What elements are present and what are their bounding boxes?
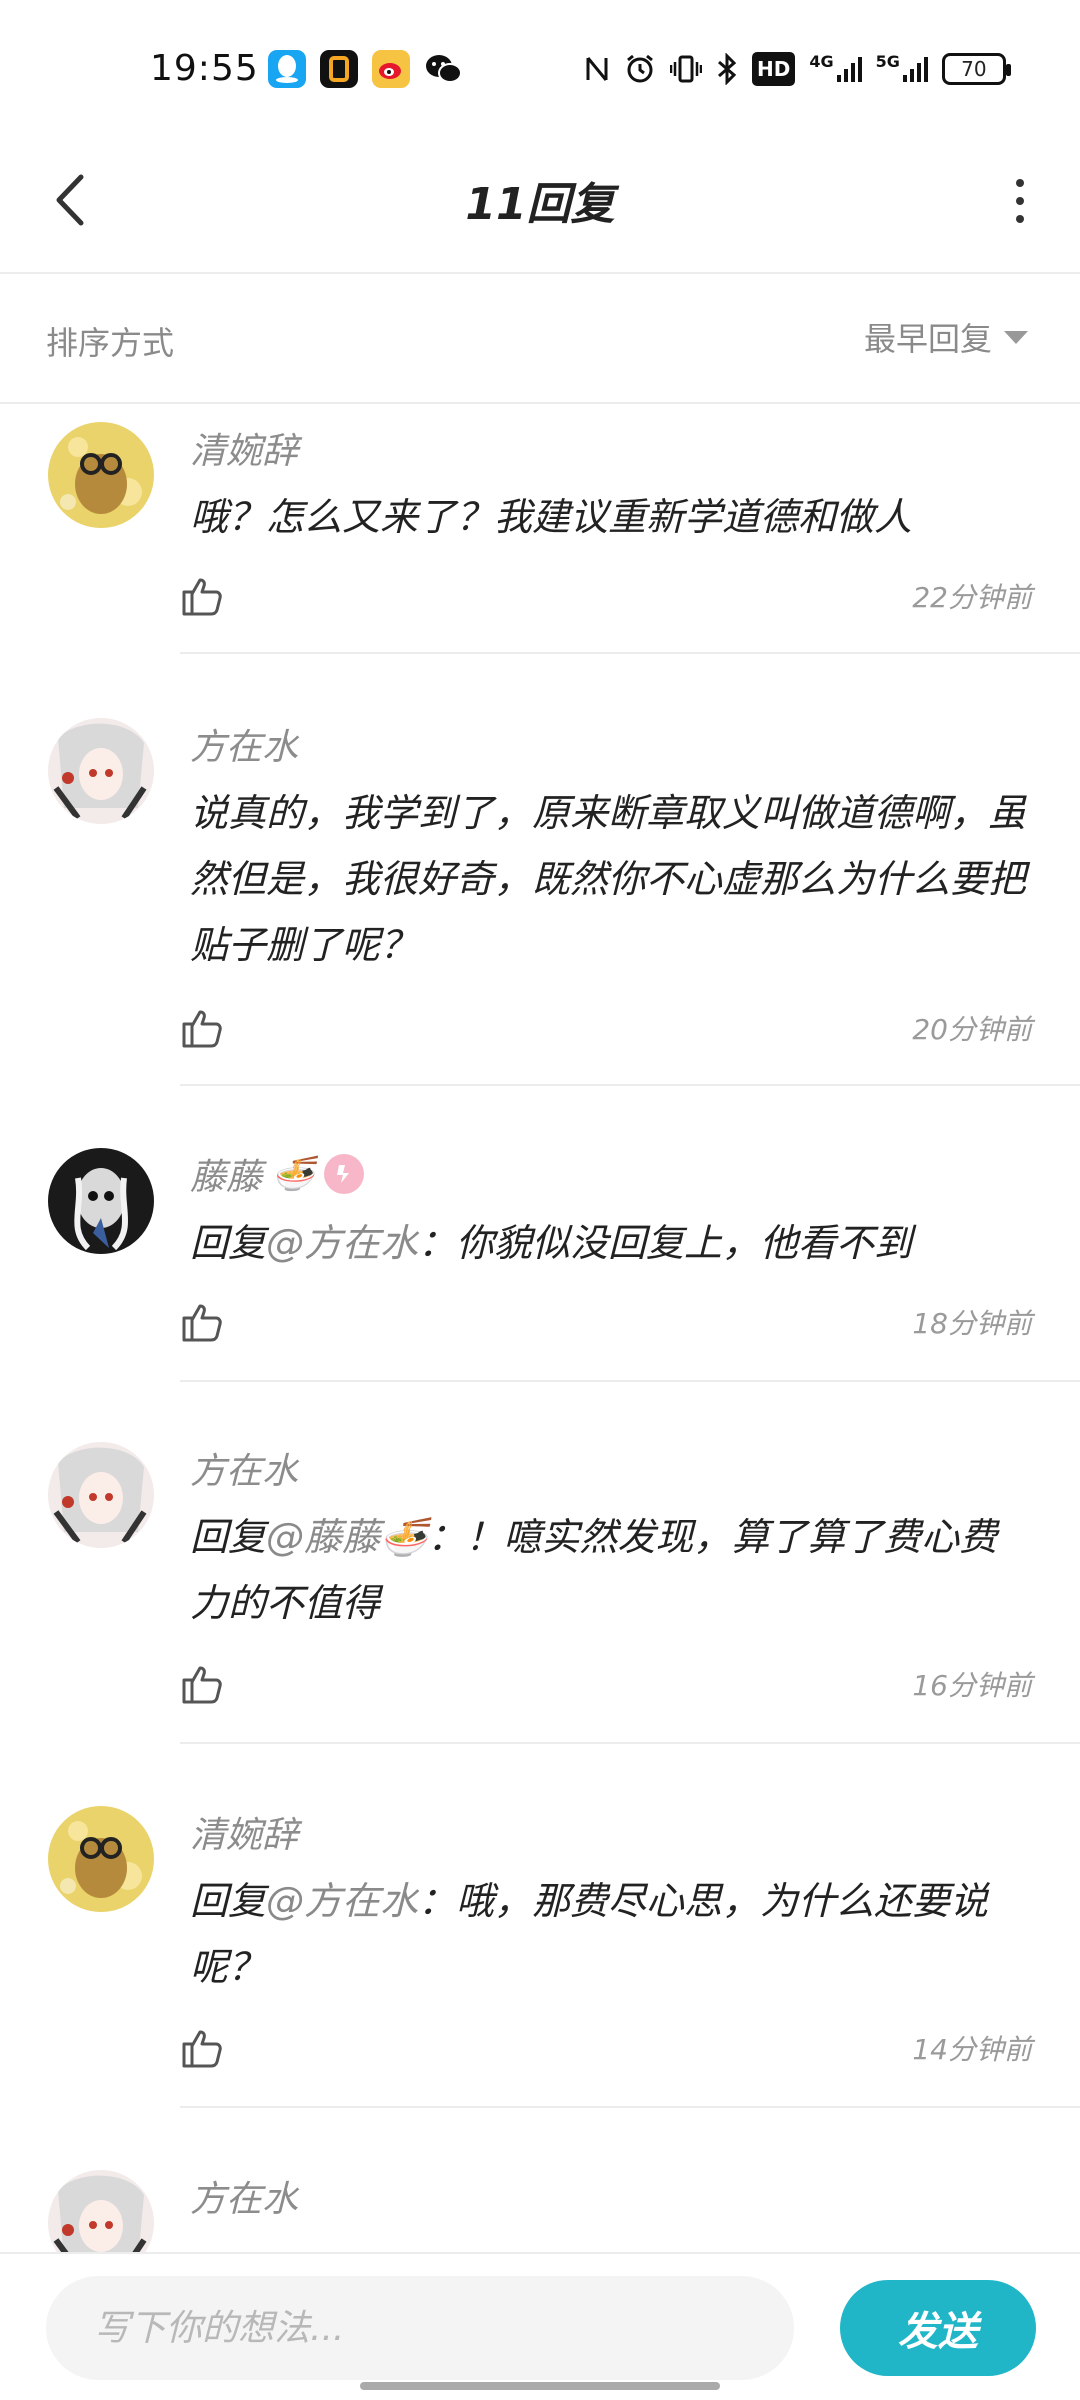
avatar[interactable] [48, 422, 154, 528]
page-title: 11回复 [465, 179, 615, 230]
qq-icon [268, 50, 306, 88]
username[interactable]: 方在水 [190, 1442, 1032, 1494]
avatar[interactable] [48, 1148, 154, 1254]
timestamp: 22分钟前 [912, 581, 1032, 614]
thumbs-up-icon [182, 1010, 222, 1048]
battery-icon: 70 [941, 53, 1011, 85]
avatar[interactable] [48, 1806, 154, 1912]
avatar[interactable] [48, 1442, 154, 1548]
signal-5g-icon: 5G [876, 52, 928, 86]
sort-label: 排序方式 [46, 324, 175, 362]
thumbs-up-icon [182, 1666, 222, 1704]
more-dot-icon [1016, 197, 1024, 205]
status-indicators: HD 4G 5G 70 [584, 52, 1011, 86]
username-text: 方在水 [190, 727, 299, 768]
thumbs-up-icon [182, 2030, 222, 2068]
sort-value: 最早回复 [863, 320, 992, 358]
username-text: 方在水 [190, 2179, 299, 2220]
vibrate-icon [670, 52, 702, 86]
comment-content: 哦？怎么又来了？我建议重新学道德和做人 [190, 495, 913, 539]
comment-text: 回复@方在水：你貌似没回复上，他看不到 [190, 1210, 1032, 1276]
username[interactable]: 方在水 [190, 2170, 1032, 2222]
noodle-badge-icon: 🍜 [272, 1154, 315, 1194]
reply-prefix: 回复 [190, 1221, 267, 1265]
more-dot-icon [1016, 179, 1024, 187]
mention-link[interactable]: @方在水 [266, 1879, 418, 1923]
avatar[interactable] [48, 718, 154, 824]
comment-item: 方在水 说真的，我学到了，原来断章取义叫做道德啊，虽然但是，我很好奇，既然你不心… [0, 700, 1080, 1086]
username-text: 清婉辞 [190, 1815, 299, 1856]
header: 11回复 [0, 130, 1080, 274]
signal-5g-label: 5G [875, 52, 900, 71]
signal-4g-label: 4G [809, 52, 834, 71]
reply-input[interactable] [46, 2276, 794, 2380]
username[interactable]: 藤藤 🍜 [190, 1148, 1032, 1200]
more-options-button[interactable] [1000, 168, 1040, 234]
send-button[interactable]: 发送 [840, 2280, 1036, 2376]
mention-link[interactable]: @藤藤🍜 [266, 1515, 427, 1559]
hd-label: HD [757, 57, 791, 81]
reply-input-bar: 发送 [0, 2252, 1080, 2400]
username-text: 方在水 [190, 1451, 299, 1492]
thumbs-up-icon [182, 1304, 222, 1342]
username-text: 藤藤 [190, 1157, 263, 1198]
status-time: 19:55 [150, 48, 259, 89]
sort-dropdown[interactable]: 最早回复 [864, 314, 1028, 360]
timestamp: 14分钟前 [912, 2033, 1032, 2066]
hd-icon: HD [752, 52, 796, 86]
divider [180, 1742, 1080, 1744]
more-dot-icon [1016, 215, 1024, 223]
nfc-icon [584, 52, 610, 86]
thumbs-up-icon [182, 578, 222, 616]
signal-4g-icon: 4G [809, 52, 862, 86]
app-o-icon [320, 50, 358, 88]
timestamp: 20分钟前 [912, 1013, 1032, 1046]
alarm-icon [624, 52, 656, 86]
divider [180, 1380, 1080, 1382]
chevron-down-icon [1004, 330, 1028, 344]
comment-item: 清婉辞 回复@方在水：哦，那费尽心思，为什么还要说呢？ 14分钟前 [0, 1788, 1080, 2108]
like-button[interactable] [180, 1659, 230, 1709]
comment-text: 回复@方在水：哦，那费尽心思，为什么还要说呢？ [190, 1868, 1032, 2000]
comment-item: 藤藤 🍜 回复@方在水：你貌似没回复上，他看不到 18分钟前 [0, 1130, 1080, 1382]
battery-level: 70 [961, 57, 987, 81]
like-button[interactable] [180, 1297, 230, 1347]
username[interactable]: 方在水 [190, 718, 1032, 770]
timestamp: 16分钟前 [912, 1669, 1032, 1702]
comment-text: 说真的，我学到了，原来断章取义叫做道德啊，虽然但是，我很好奇，既然你不心虚那么为… [190, 780, 1032, 978]
sort-bar: 排序方式 最早回复 [0, 274, 1080, 404]
username[interactable]: 清婉辞 [190, 422, 1032, 474]
comment-content: 说真的，我学到了，原来断章取义叫做道德啊，虽然但是，我很好奇，既然你不心虚那么为… [190, 791, 1027, 967]
like-button[interactable] [180, 2023, 230, 2073]
username-text: 清婉辞 [190, 431, 299, 472]
wechat-icon [424, 50, 462, 88]
home-indicator[interactable] [360, 2382, 720, 2390]
reply-prefix: 回复 [190, 1515, 267, 1559]
comment-item: 清婉辞 哦？怎么又来了？我建议重新学道德和做人 22分钟前 [0, 404, 1080, 654]
like-button[interactable] [180, 571, 230, 621]
mention-link[interactable]: @方在水 [266, 1221, 418, 1265]
timestamp: 18分钟前 [912, 1307, 1032, 1340]
comment-item: 方在水 回复@藤藤🍜：！噫实然发现，算了算了费心费力的不值得 16分钟前 [0, 1424, 1080, 1744]
level-badge-icon [324, 1154, 365, 1194]
bluetooth-icon [716, 52, 738, 86]
like-button[interactable] [180, 1003, 230, 1053]
comment-text: 回复@藤藤🍜：！噫实然发现，算了算了费心费力的不值得 [190, 1504, 1032, 1636]
comment-text: 哦？怎么又来了？我建议重新学道德和做人 [190, 484, 1032, 550]
weibo-icon [372, 50, 410, 88]
divider [180, 652, 1080, 654]
username[interactable]: 清婉辞 [190, 1806, 1032, 1858]
comment-content: ：你貌似没回复上，他看不到 [418, 1221, 913, 1265]
divider [180, 1084, 1080, 1086]
status-app-icons [268, 50, 462, 88]
comment-item: 方在水 [0, 2152, 1080, 2252]
reply-prefix: 回复 [190, 1879, 267, 1923]
divider [180, 2106, 1080, 2108]
status-bar: 19:55 HD 4G 5G 70 [0, 0, 1080, 130]
avatar[interactable] [48, 2170, 154, 2252]
